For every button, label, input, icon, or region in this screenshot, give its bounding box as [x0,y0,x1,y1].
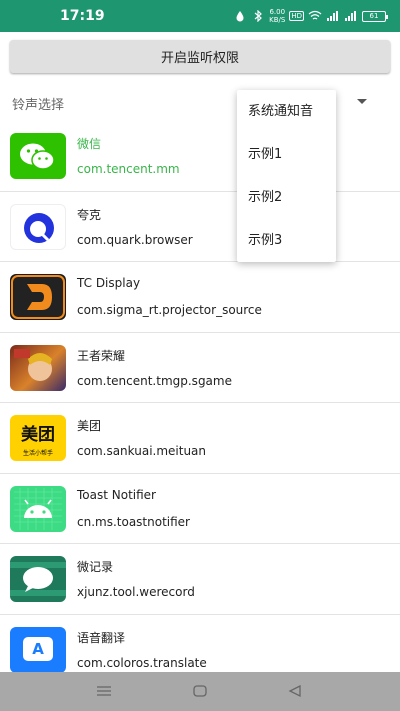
list-item[interactable]: 夸克 com.quark.browser [0,192,400,262]
translate-icon-letter: A [23,636,53,661]
network-speed: 6.00 KB/S [269,8,285,24]
meituan-icon-text: 美团 [21,425,55,445]
net-speed-unit: KB/S [269,16,286,24]
status-time: 17:19 [60,8,105,24]
status-icons: 6.00 KB/S HD 61 [233,8,388,24]
app-name: 夸克 [77,207,102,222]
android-icon [10,485,66,532]
app-package: com.tencent.tmgp.sgame [77,373,232,388]
app-package: xjunz.tool.werecord [77,585,195,599]
app-name: 语音翻译 [77,630,126,645]
signal-icon-2 [345,11,356,21]
app-name: 美团 [77,419,102,433]
app-package: com.quark.browser [77,232,193,247]
quark-icon [10,203,66,250]
list-item[interactable]: Toast Notifier cn.ms.toastnotifier [0,474,400,544]
dropdown-item-example-3[interactable]: 示例3 [237,219,336,262]
app-name: 微记录 [77,560,114,574]
water-drop-icon [236,11,244,22]
app-package: com.tencent.mm [77,162,180,176]
app-name: 微信 [77,137,102,151]
bluetooth-icon [254,10,263,22]
battery-icon: 61 [362,10,388,22]
tc-display-icon [10,274,66,320]
app-name: 王者荣耀 [77,348,126,363]
werecord-icon [10,556,66,602]
app-list: 微信 com.tencent.mm 夸克 com.quark.browser T… [0,121,400,685]
meituan-icon-subtext: 生活小帮手 [22,450,53,457]
app-package: com.sigma_rt.projector_source [77,303,262,317]
dropdown-item-example-2[interactable]: 示例2 [237,176,336,219]
hd-badge: HD [289,11,304,21]
ringtone-dropdown-menu: 系统通知音 示例1 示例2 示例3 [237,90,336,262]
honor-of-kings-icon [10,344,66,391]
list-item[interactable]: 美团 生活小帮手 美团 com.sankuai.meituan [0,403,400,474]
signal-icon [327,11,338,21]
meituan-icon: 美团 生活小帮手 [10,415,66,461]
list-item[interactable]: 王者荣耀 com.tencent.tmgp.sgame [0,333,400,403]
app-name: TC Display [77,276,141,290]
dropdown-item-example-1[interactable]: 示例1 [237,133,336,176]
list-item[interactable]: 微记录 xjunz.tool.werecord [0,544,400,615]
app-package: cn.ms.toastnotifier [77,514,190,529]
ringtone-label: 铃声选择 [12,98,65,113]
list-item[interactable]: 微信 com.tencent.mm [0,121,400,192]
home-icon[interactable] [191,683,209,699]
net-speed-value: 6.00 [269,8,286,16]
wechat-icon [10,133,66,179]
app-name: Toast Notifier [77,487,156,502]
app-package: com.coloros.translate [77,655,207,670]
wifi-icon [308,10,322,20]
navigation-bar [0,672,400,711]
status-bar: 17:19 6.00 KB/S HD 61 [0,0,400,32]
enable-listen-permission-button[interactable]: 开启监听权限 [10,40,390,73]
app-package: com.sankuai.meituan [77,444,207,458]
menu-icon[interactable] [95,683,113,699]
translate-icon: A [10,626,66,673]
back-icon[interactable] [286,683,304,699]
dropdown-item-system-notification[interactable]: 系统通知音 [237,90,336,133]
dropdown-arrow-icon[interactable] [357,99,367,104]
list-item[interactable]: TC Display com.sigma_rt.projector_source [0,262,400,333]
